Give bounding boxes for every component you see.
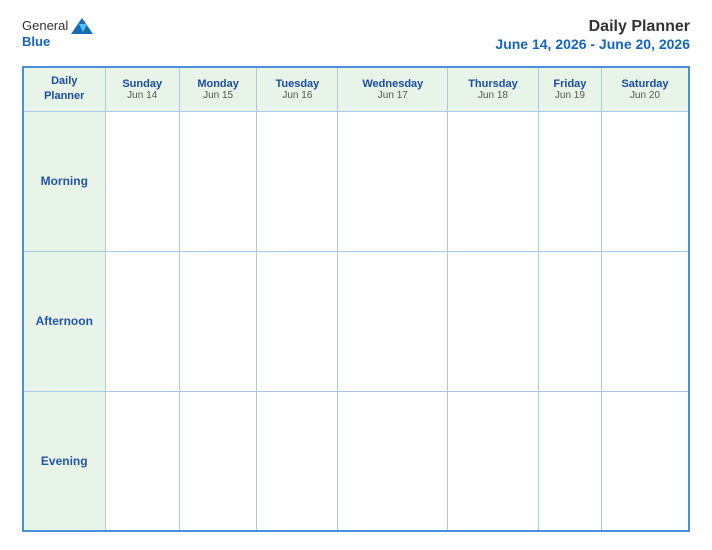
table-label-line1: Daily: [51, 75, 77, 87]
date-jun18: Jun 18: [450, 90, 536, 101]
day-monday: Monday: [182, 78, 254, 90]
col-header-tuesday: Tuesday Jun 16: [257, 67, 338, 111]
cell-evening-saturday[interactable]: [602, 391, 689, 531]
cell-morning-tuesday[interactable]: [257, 111, 338, 251]
cell-morning-monday[interactable]: [179, 111, 256, 251]
day-wednesday: Wednesday: [340, 78, 445, 90]
day-thursday: Thursday: [450, 78, 536, 90]
day-friday: Friday: [541, 78, 599, 90]
cell-morning-saturday[interactable]: [602, 111, 689, 251]
day-tuesday: Tuesday: [259, 78, 335, 90]
day-saturday: Saturday: [604, 78, 686, 90]
logo-general: General: [22, 18, 68, 34]
date-jun17: Jun 17: [340, 90, 445, 101]
cell-evening-tuesday[interactable]: [257, 391, 338, 531]
col-header-wednesday: Wednesday Jun 17: [338, 67, 448, 111]
table-label-line2: Planner: [44, 90, 84, 102]
table-label-header: Daily Planner: [23, 67, 105, 111]
title-area: Daily Planner June 14, 2026 - June 20, 2…: [495, 18, 690, 52]
cell-evening-monday[interactable]: [179, 391, 256, 531]
col-header-sunday: Sunday Jun 14: [105, 67, 179, 111]
date-range: June 14, 2026 - June 20, 2026: [495, 36, 690, 52]
cell-morning-sunday[interactable]: [105, 111, 179, 251]
cell-evening-friday[interactable]: [538, 391, 601, 531]
cell-afternoon-friday[interactable]: [538, 251, 601, 391]
logo-blue: Blue: [22, 34, 50, 50]
date-jun16: Jun 16: [259, 90, 335, 101]
cell-afternoon-thursday[interactable]: [448, 251, 539, 391]
cell-afternoon-saturday[interactable]: [602, 251, 689, 391]
col-header-thursday: Thursday Jun 18: [448, 67, 539, 111]
cell-evening-thursday[interactable]: [448, 391, 539, 531]
cell-evening-sunday[interactable]: [105, 391, 179, 531]
row-label-morning: Morning: [23, 111, 105, 251]
cell-evening-wednesday[interactable]: [338, 391, 448, 531]
date-jun15: Jun 15: [182, 90, 254, 101]
cell-morning-thursday[interactable]: [448, 111, 539, 251]
cell-afternoon-tuesday[interactable]: [257, 251, 338, 391]
cell-afternoon-monday[interactable]: [179, 251, 256, 391]
calendar-table: Daily Planner Sunday Jun 14 Monday Jun 1…: [22, 66, 690, 532]
col-header-monday: Monday Jun 15: [179, 67, 256, 111]
row-morning: Morning: [23, 111, 689, 251]
page: General Blue Daily Planner June 14, 2026…: [0, 0, 712, 550]
cell-afternoon-sunday[interactable]: [105, 251, 179, 391]
page-title: Daily Planner: [495, 18, 690, 36]
col-header-friday: Friday Jun 19: [538, 67, 601, 111]
date-jun20: Jun 20: [604, 90, 686, 101]
logo-area: General Blue: [22, 18, 93, 50]
col-header-saturday: Saturday Jun 20: [602, 67, 689, 111]
header: General Blue Daily Planner June 14, 2026…: [22, 18, 690, 52]
cell-morning-friday[interactable]: [538, 111, 601, 251]
date-jun19: Jun 19: [541, 90, 599, 101]
row-evening: Evening: [23, 391, 689, 531]
header-row: Daily Planner Sunday Jun 14 Monday Jun 1…: [23, 67, 689, 111]
cell-afternoon-wednesday[interactable]: [338, 251, 448, 391]
date-jun14: Jun 14: [108, 90, 177, 101]
logo-icon: [71, 18, 93, 34]
row-afternoon: Afternoon: [23, 251, 689, 391]
day-sunday: Sunday: [108, 78, 177, 90]
cell-morning-wednesday[interactable]: [338, 111, 448, 251]
row-label-afternoon: Afternoon: [23, 251, 105, 391]
row-label-evening: Evening: [23, 391, 105, 531]
